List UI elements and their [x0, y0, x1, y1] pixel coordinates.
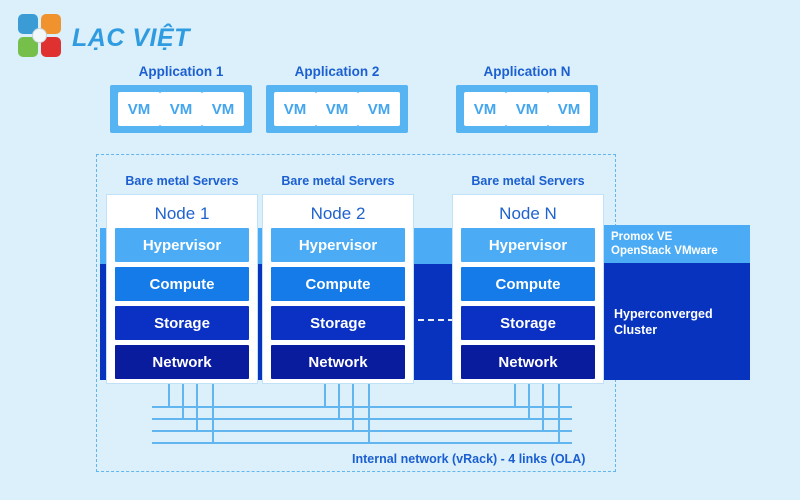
brand-logo: LẠC VIỆT — [18, 12, 218, 62]
node-1-link-4 — [212, 384, 215, 444]
pinwheel-logo-icon — [18, 14, 64, 60]
network-bus-line-3-right — [496, 430, 572, 433]
node-n-link-4 — [558, 384, 561, 444]
network-bus-line-1 — [152, 406, 472, 409]
application-2-title: Application 2 — [294, 64, 380, 79]
application-n-container: VM VM VM — [456, 85, 598, 133]
node-1-link-2 — [182, 384, 185, 420]
cluster-line-2: Cluster — [614, 322, 658, 337]
vm-box: VM — [506, 92, 548, 126]
node-1-link-3 — [196, 384, 199, 432]
logo-center-circle — [32, 28, 47, 43]
brand-name: LẠC VIỆT — [72, 24, 190, 52]
node-n-layer-network: Network — [461, 345, 595, 379]
node-card-2: Node 2 Hypervisor Compute Storage Networ… — [262, 194, 414, 384]
node-1-layer-storage: Storage — [115, 306, 249, 340]
vm-box: VM — [548, 92, 590, 126]
node-1-layer-network: Network — [115, 345, 249, 379]
hyperconverged-cluster-label: Hyperconverged Cluster — [604, 263, 750, 380]
platform-line-2: OpenStack VMware — [611, 245, 718, 257]
node-2-link-4 — [368, 384, 371, 444]
node-n-name: Node N — [499, 204, 557, 223]
application-2-container: VM VM VM — [266, 85, 408, 133]
node-1-layer-hypervisor: Hypervisor — [115, 228, 249, 262]
node-1-link-1 — [168, 384, 171, 408]
node-2-layer-storage: Storage — [271, 306, 405, 340]
node-n-layer-hypervisor: Hypervisor — [461, 228, 595, 262]
network-bus-line-3 — [152, 430, 496, 433]
vm-box: VM — [464, 92, 506, 126]
node-n-link-1 — [514, 384, 517, 408]
node-2-layer-hypervisor: Hypervisor — [271, 228, 405, 262]
platform-stack-label: Promox VE OpenStack VMware — [604, 225, 750, 263]
node-2-layer-network: Network — [271, 345, 405, 379]
node-1-name: Node 1 — [154, 204, 210, 223]
node-2-name: Node 2 — [310, 204, 366, 223]
node-card-n: Node N Hypervisor Compute Storage Networ… — [452, 194, 604, 384]
vm-box: VM — [358, 92, 400, 126]
application-n-title: Application N — [483, 64, 571, 79]
node-n-layer-compute: Compute — [461, 267, 595, 301]
node-1-layer-compute: Compute — [115, 267, 249, 301]
vm-box: VM — [202, 92, 244, 126]
node-n-layer-storage: Storage — [461, 306, 595, 340]
network-bus-line-4-right — [508, 442, 572, 445]
node-2-link-3 — [352, 384, 355, 432]
node-n-link-2 — [528, 384, 531, 420]
node-2-link-1 — [324, 384, 327, 408]
network-bus-line-2 — [152, 418, 484, 421]
hyperconverged-panel: Promox VE OpenStack VMware Hyperconverge… — [604, 225, 750, 380]
network-bus-line-1-right — [472, 406, 572, 409]
diagram-canvas: LẠC VIỆT Application 1 VM VM VM Applicat… — [0, 0, 800, 500]
bare-metal-servers-label-n: Bare metal Servers — [471, 174, 585, 188]
bare-metal-servers-label-2: Bare metal Servers — [281, 174, 395, 188]
node-2-link-2 — [338, 384, 341, 420]
internal-network-label: Internal network (vRack) - 4 links (OLA) — [352, 452, 586, 466]
cluster-line-1: Hyperconverged — [614, 306, 713, 321]
application-1-container: VM VM VM — [110, 85, 252, 133]
node-n-link-3 — [542, 384, 545, 432]
network-bus-line-4 — [152, 442, 508, 445]
vm-box: VM — [160, 92, 202, 126]
node-2-layer-compute: Compute — [271, 267, 405, 301]
vm-box: VM — [274, 92, 316, 126]
platform-line-1: Promox VE — [611, 231, 673, 243]
application-1-title: Application 1 — [138, 64, 224, 79]
vm-box: VM — [316, 92, 358, 126]
bare-metal-servers-label-1: Bare metal Servers — [125, 174, 239, 188]
node-card-1: Node 1 Hypervisor Compute Storage Networ… — [106, 194, 258, 384]
vm-box: VM — [118, 92, 160, 126]
